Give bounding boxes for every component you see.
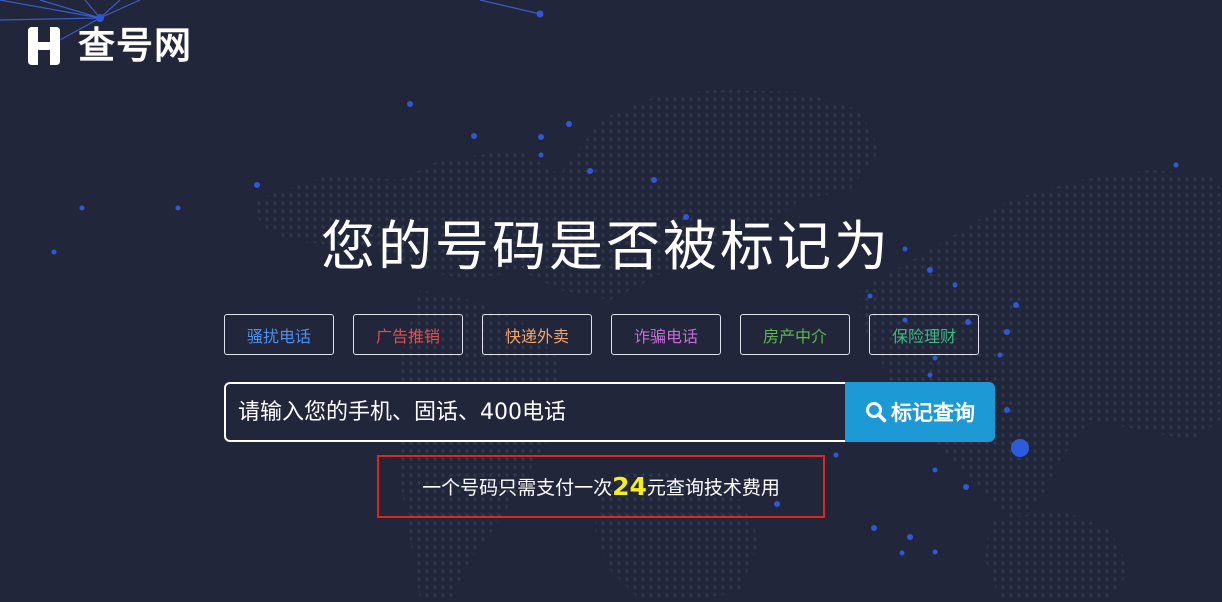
search-icon [865,401,887,423]
price-notice: 一个号码只需支付一次 24 元查询技术费用 [377,455,825,518]
site-logo[interactable]: 查号网 [24,25,192,67]
tag-list: 骚扰电话 广告推销 快递外卖 诈骗电话 房产中介 保险理财 [224,314,979,355]
page: 查号网 您的号码是否被标记为 骚扰电话 广告推销 快递外卖 诈骗电话 房产中介 … [0,0,1222,602]
tag-insurance-finance[interactable]: 保险理财 [869,314,979,355]
tag-real-estate-agent[interactable]: 房产中介 [740,314,850,355]
price-notice-suffix: 元查询技术费用 [646,477,780,499]
search-bar: 标记查询 [224,382,995,442]
phone-number-input[interactable] [224,382,845,442]
tag-fraud-call[interactable]: 诈骗电话 [611,314,721,355]
mark-query-button[interactable]: 标记查询 [845,382,995,442]
tag-ad-promotion[interactable]: 广告推销 [353,314,463,355]
tag-delivery-takeout[interactable]: 快递外卖 [482,314,592,355]
tag-harassment-call[interactable]: 骚扰电话 [224,314,334,355]
mark-query-label: 标记查询 [891,401,975,425]
site-name: 查号网 [78,24,192,67]
price-value: 24 [612,472,647,501]
hero-title: 您的号码是否被标记为 [321,215,891,278]
price-notice-prefix: 一个号码只需支付一次 [422,477,613,499]
hexagon-h-logo-icon [28,27,60,65]
